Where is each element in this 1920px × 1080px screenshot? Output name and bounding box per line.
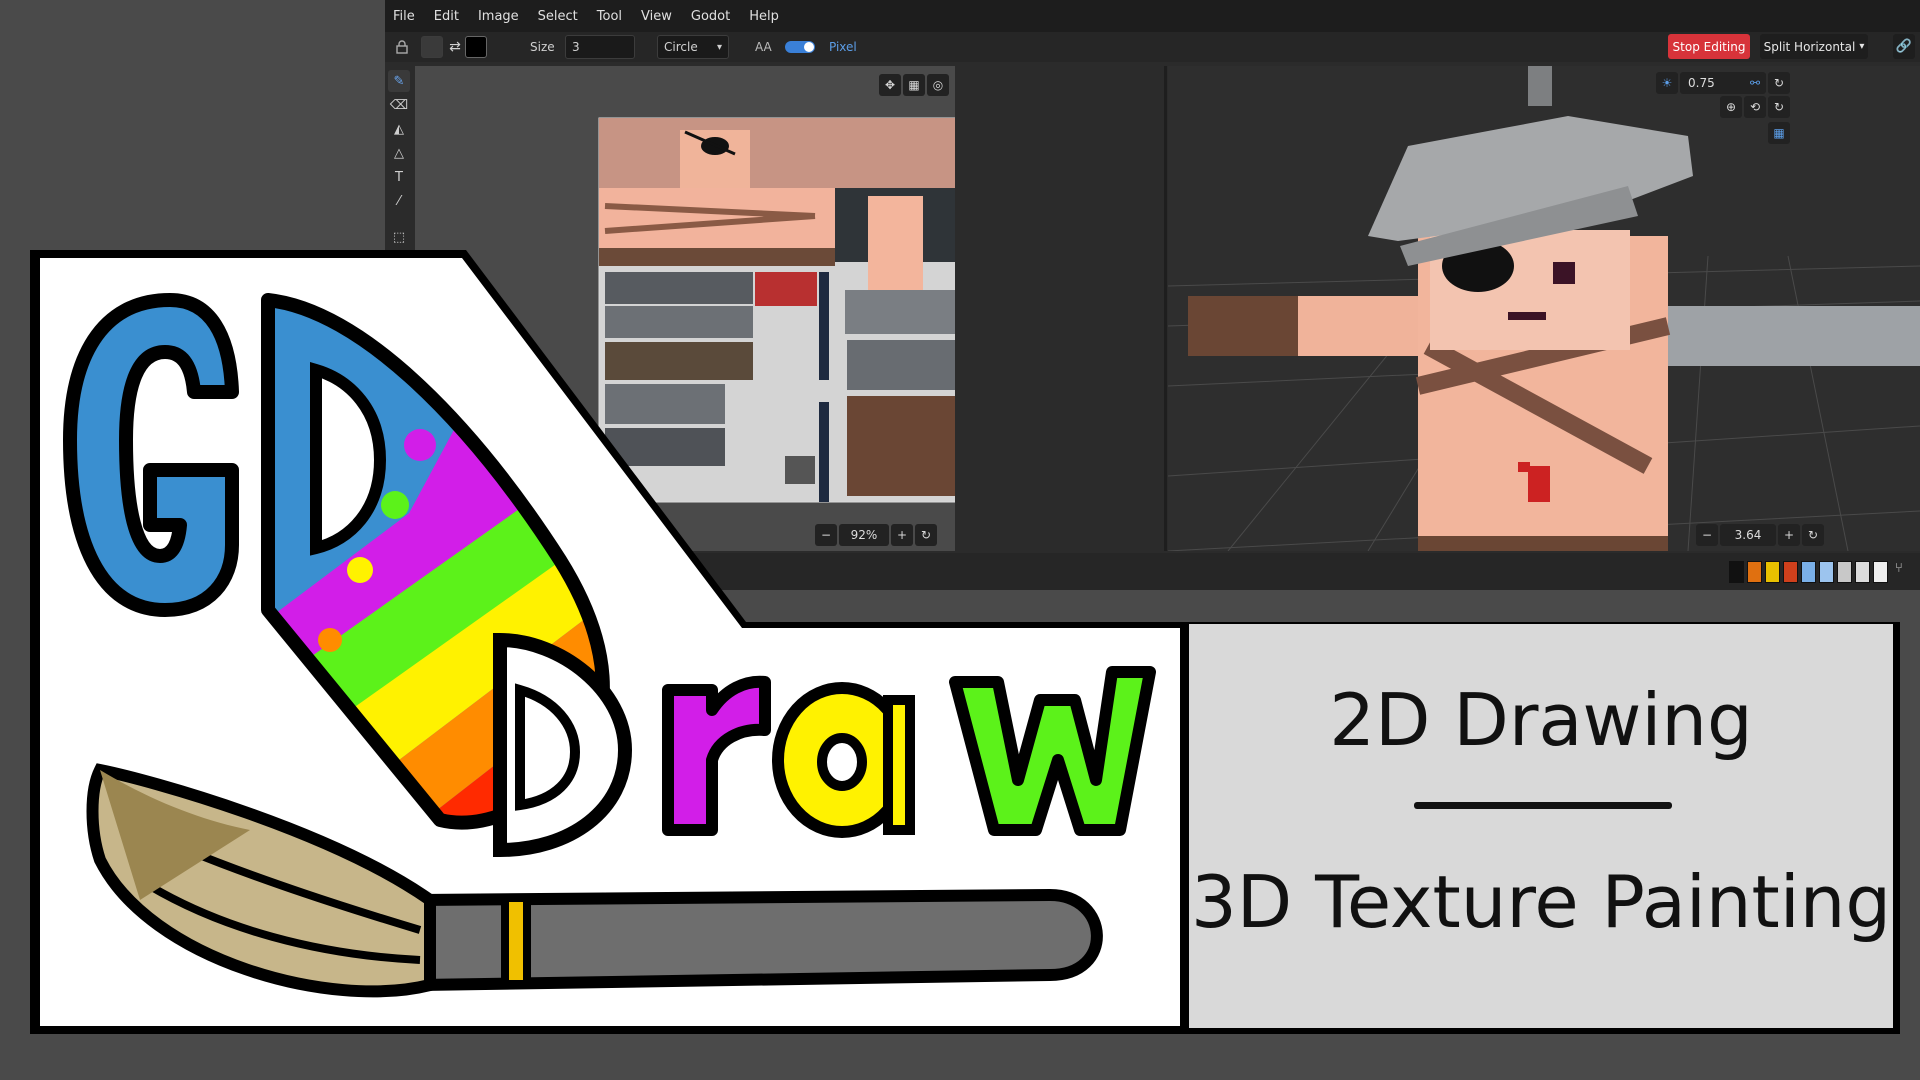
info-panel: 2D Drawing 3D Texture Painting: [1189, 624, 1893, 1028]
logo-letter-a: [772, 682, 915, 838]
info-divider: [1414, 802, 1672, 809]
info-line-3d-texture-painting: 3D Texture Painting: [1190, 860, 1892, 944]
info-line-2d-drawing: 2D Drawing: [1329, 678, 1753, 762]
